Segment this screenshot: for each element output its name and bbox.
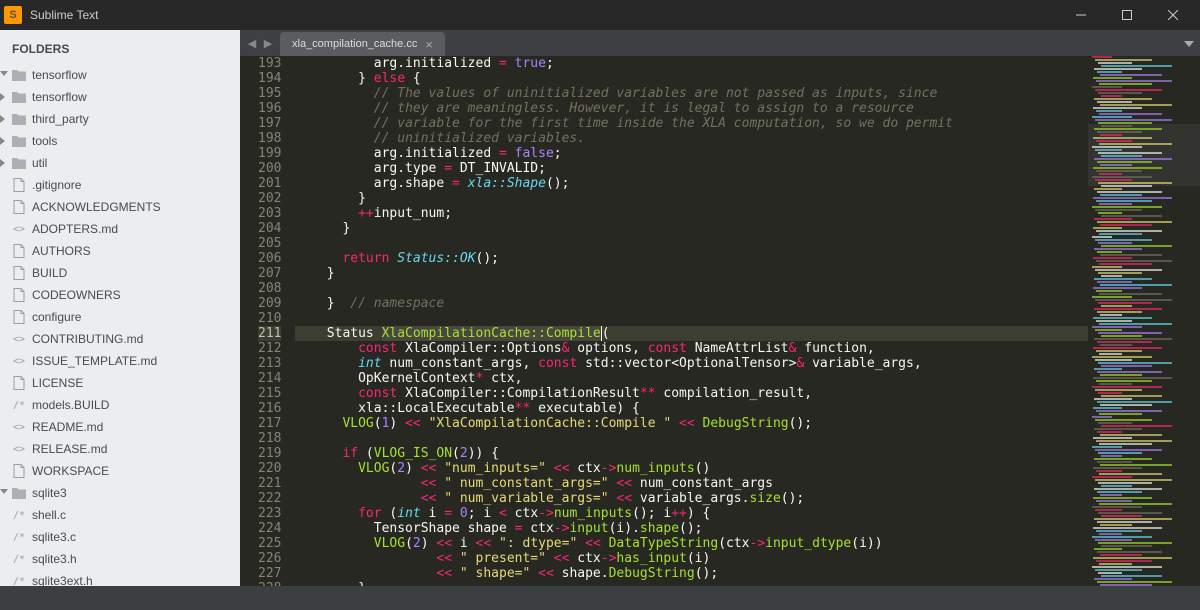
file-item[interactable]: BUILD [0, 262, 240, 284]
status-bar [0, 586, 1200, 610]
file-label: BUILD [32, 266, 67, 280]
tab-active[interactable]: xla_compilation_cache.cc × [280, 32, 445, 56]
minimize-button[interactable] [1058, 0, 1104, 30]
code-area[interactable]: arg.initialized = true; } else { // The … [295, 56, 1088, 586]
folder-label: tools [32, 134, 57, 148]
folder-label: third_party [32, 112, 89, 126]
title-bar: S Sublime Text [0, 0, 1200, 30]
file-item[interactable]: LICENSE [0, 372, 240, 394]
file-label: sqlite3.c [32, 530, 76, 544]
file-item[interactable]: AUTHORS [0, 240, 240, 262]
tab-filename: xla_compilation_cache.cc [292, 38, 417, 50]
file-item[interactable]: configure [0, 306, 240, 328]
file-item[interactable]: ACKNOWLEDGMENTS [0, 196, 240, 218]
file-item[interactable]: <>RELEASE.md [0, 438, 240, 460]
file-item[interactable]: <>README.md [0, 416, 240, 438]
file-label: WORKSPACE [32, 464, 109, 478]
file-label: CONTRIBUTING.md [32, 332, 143, 346]
file-label: AUTHORS [32, 244, 91, 258]
tab-close-icon[interactable]: × [425, 37, 433, 52]
file-label: README.md [32, 420, 103, 434]
app-icon: S [4, 6, 22, 24]
folder-label: util [32, 156, 47, 170]
file-label: sqlite3ext.h [32, 574, 93, 586]
close-button[interactable] [1150, 0, 1196, 30]
folder-tree: tensorflow tensorflow third_partytools util… [0, 60, 240, 586]
file-label: configure [32, 310, 81, 324]
maximize-button[interactable] [1104, 0, 1150, 30]
file-label: ADOPTERS.md [32, 222, 118, 236]
file-label: ISSUE_TEMPLATE.md [32, 354, 157, 368]
file-item[interactable]: /*sqlite3.c [0, 526, 240, 548]
file-item[interactable]: /*models.BUILD [0, 394, 240, 416]
folder-label: tensorflow [32, 90, 87, 104]
project-folder[interactable]: sqlite3 [0, 482, 240, 504]
file-label: shell.c [32, 508, 66, 522]
file-label: CODEOWNERS [32, 288, 121, 302]
folder-label: tensorflow [32, 68, 87, 82]
file-item[interactable]: CODEOWNERS [0, 284, 240, 306]
folder-item[interactable]: third_party [0, 108, 240, 130]
project-folder[interactable]: tensorflow [0, 64, 240, 86]
file-item[interactable]: WORKSPACE [0, 460, 240, 482]
tab-overflow-icon[interactable] [1184, 36, 1194, 54]
file-item[interactable]: .gitignore [0, 174, 240, 196]
sidebar: FOLDERS tensorflowtensorflowthird_partyt… [0, 30, 240, 586]
file-label: ACKNOWLEDGMENTS [32, 200, 161, 214]
file-item[interactable]: <>ISSUE_TEMPLATE.md [0, 350, 240, 372]
file-item[interactable]: /*shell.c [0, 504, 240, 526]
folder-label: sqlite3 [32, 486, 67, 500]
file-label: models.BUILD [32, 398, 109, 412]
file-item[interactable]: <>CONTRIBUTING.md [0, 328, 240, 350]
app-title: Sublime Text [30, 8, 98, 22]
folder-item[interactable]: tools [0, 130, 240, 152]
nav-back-icon[interactable]: ◀ [248, 37, 256, 50]
file-label: LICENSE [32, 376, 83, 390]
file-item[interactable]: <>ADOPTERS.md [0, 218, 240, 240]
file-item[interactable]: /*sqlite3.h [0, 548, 240, 570]
line-number-gutter: 1931941951961971981992002012022032042052… [240, 56, 295, 586]
tab-bar: xla_compilation_cache.cc × [280, 30, 1200, 56]
folder-item[interactable]: util [0, 152, 240, 174]
tab-bar-row: ◀ ▶ xla_compilation_cache.cc × [240, 30, 1200, 56]
code-editor[interactable]: 1931941951961971981992002012022032042052… [240, 56, 1200, 586]
file-label: RELEASE.md [32, 442, 107, 456]
file-label: .gitignore [32, 178, 81, 192]
minimap[interactable] [1088, 56, 1200, 586]
file-label: sqlite3.h [32, 552, 77, 566]
nav-forward-icon[interactable]: ▶ [264, 37, 272, 50]
folder-item[interactable]: tensorflow [0, 86, 240, 108]
sidebar-header: FOLDERS [0, 38, 240, 60]
file-item[interactable]: /*sqlite3ext.h [0, 570, 240, 586]
